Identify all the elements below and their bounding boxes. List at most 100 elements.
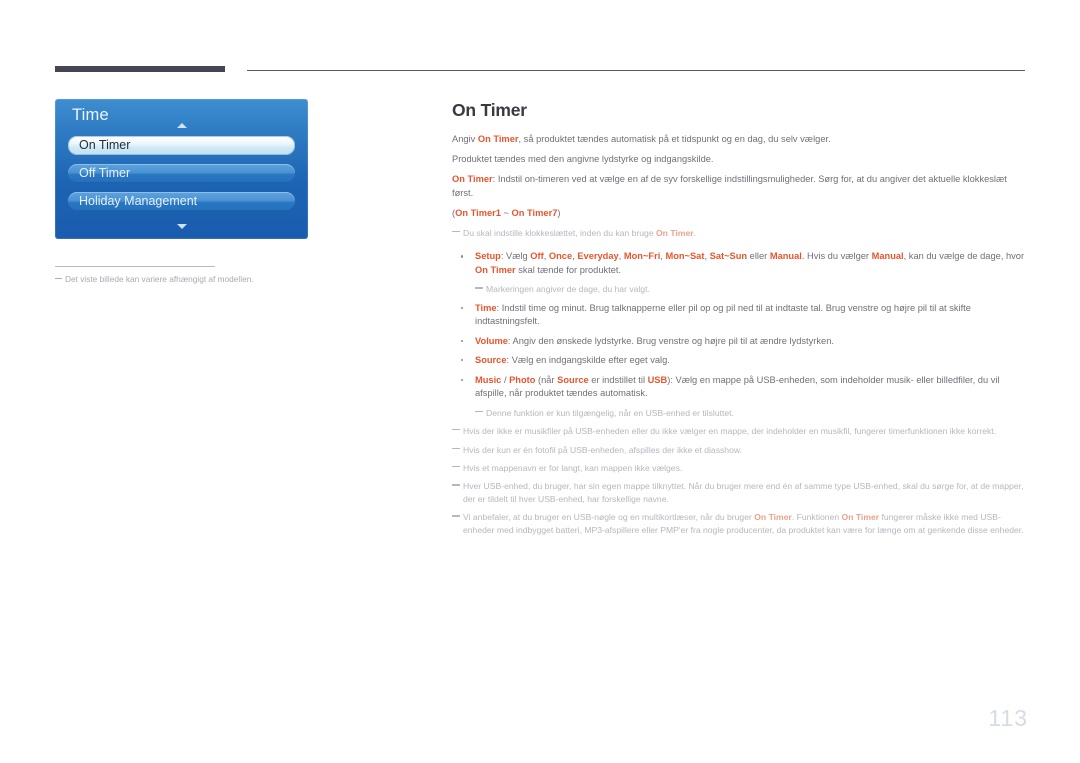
- paragraph-on-timer-def: On Timer: Indstil on-timeren ved at vælg…: [452, 173, 1030, 199]
- bullet-music-photo: Music / Photo (når Source er indstillet …: [452, 374, 1030, 401]
- text-fragment: (når: [535, 374, 558, 385]
- text-fragment: ~: [500, 207, 512, 218]
- text-fragment: : Vælg: [500, 251, 531, 262]
- term-photo: Photo: [509, 374, 536, 385]
- bullet-setup: Setup: Vælg Off, Once, Everyday, Mon~Fri…: [452, 250, 1030, 277]
- figure-caption-text: Det viste billede kan variere afhængigt …: [65, 274, 254, 284]
- header-rule-thin: [247, 70, 1025, 71]
- figure-caption: Det viste billede kan variere afhængigt …: [55, 274, 355, 284]
- figure-caption-rule: [55, 266, 215, 267]
- note-dash-icon: [475, 287, 483, 289]
- note-dash-icon: [452, 465, 460, 468]
- osd-item-on-timer[interactable]: On Timer: [68, 136, 295, 155]
- text-fragment: Du skal indstille klokkeslættet, inden d…: [463, 227, 656, 238]
- page-title: On Timer: [452, 100, 527, 120]
- text-fragment: .: [693, 227, 696, 238]
- text-fragment: eller: [747, 251, 770, 262]
- bullet-dot-icon: [461, 378, 464, 381]
- text-fragment: : Indstil time og minut. Brug talknapper…: [475, 302, 971, 327]
- osd-item-label: Off Timer: [79, 166, 131, 180]
- text-fragment: Angiv: [452, 134, 478, 144]
- osd-item-label: On Timer: [79, 138, 131, 152]
- note-dash-icon: [452, 429, 460, 431]
- term-on-timer: On Timer: [475, 264, 516, 275]
- manual-page: Time On Timer Off Timer Holiday Manageme…: [0, 0, 1080, 763]
- term-on-timer7: On Timer7: [511, 207, 558, 218]
- note-per-device-folder: Hver USB-enhed, du bruger, har sin egen …: [452, 480, 1030, 505]
- term-everyday: Everyday: [577, 251, 619, 262]
- page-number: 113: [988, 705, 1028, 731]
- term-volume: Volume: [475, 335, 508, 346]
- term-off: Off: [530, 251, 544, 262]
- note-usb-required: Denne funktion er kun tilgængelig, når e…: [475, 407, 1030, 419]
- bullet-time: Time: Indstil time og minut. Brug talkna…: [452, 302, 1030, 329]
- text-fragment: /: [501, 374, 510, 385]
- note-dash-icon: [452, 484, 460, 486]
- note-dash-icon: [475, 410, 483, 412]
- term-on-timer: On Timer: [841, 512, 880, 523]
- text-fragment: skal tænde for produktet.: [515, 264, 622, 275]
- bullet-source: Source: Vælg en indgangskilde efter eget…: [452, 354, 1030, 367]
- bullet-volume: Volume: Angiv den ønskede lydstyrke. Bru…: [452, 335, 1030, 348]
- text-fragment: : Vælg en indgangskilde efter eget valg.: [506, 355, 670, 366]
- text-fragment: Hver USB-enhed, du bruger, har sin egen …: [463, 481, 1024, 504]
- term-on-timer: On Timer: [754, 512, 792, 523]
- term-sat-sun: Sat~Sun: [709, 251, 748, 262]
- term-source: Source: [475, 355, 507, 366]
- term-setup: Setup: [475, 251, 501, 262]
- text-fragment: . Funktionen: [791, 512, 842, 523]
- note-dash-icon: [452, 447, 460, 449]
- term-on-timer: On Timer: [452, 174, 493, 185]
- text-fragment: Vi anbefaler, at du bruger en USB-nøgle …: [463, 512, 755, 523]
- term-on-timer1: On Timer1: [455, 207, 501, 218]
- text-fragment: Hvis der ikke er musikfiler på USB-enhed…: [463, 426, 997, 437]
- text-fragment: er indstillet til: [588, 374, 648, 385]
- note-long-folder-name: Hvis et mappenavn er for langt, kan mapp…: [452, 462, 1030, 474]
- note-set-clock-first: Du skal indstille klokkeslættet, inden d…: [452, 227, 1030, 239]
- term-on-timer: On Timer: [656, 227, 694, 238]
- text-fragment: Markeringen angiver de dage, du har valg…: [486, 284, 650, 295]
- bullet-dot-icon: [461, 255, 464, 258]
- osd-menu-panel: Time On Timer Off Timer Holiday Manageme…: [55, 99, 308, 239]
- osd-menu-title: Time: [72, 106, 109, 124]
- term-source: Source: [557, 374, 589, 385]
- text-fragment: : Indstil on-timeren ved at vælge en af …: [452, 174, 1007, 198]
- osd-item-holiday-management[interactable]: Holiday Management: [68, 192, 295, 211]
- text-fragment: ): [557, 207, 561, 218]
- note-marking-days: Markeringen angiver de dage, du har valg…: [475, 283, 1030, 295]
- term-manual: Manual: [871, 251, 904, 262]
- note-no-music-files: Hvis der ikke er musikfiler på USB-enhed…: [452, 425, 1030, 437]
- note-dash-icon: [452, 230, 460, 233]
- note-usb-recommendation: Vi anbefaler, at du bruger en USB-nøgle …: [452, 511, 1030, 536]
- text-fragment: , så produktet tændes automatisk på et t…: [518, 134, 831, 144]
- osd-menu-list: On Timer Off Timer Holiday Management: [68, 136, 295, 220]
- term-music: Music: [475, 374, 502, 385]
- note-dash-icon: [452, 515, 460, 517]
- text-fragment: Hvis et mappenavn er for langt, kan mapp…: [463, 462, 683, 473]
- term-time: Time: [475, 302, 497, 313]
- header-rule-thick: [55, 66, 225, 72]
- paragraph-volume-source: Produktet tændes med den angivne lydstyr…: [452, 154, 714, 165]
- term-usb: USB: [647, 374, 668, 385]
- osd-item-label: Holiday Management: [79, 194, 198, 208]
- content-column: On Timer Angiv On Timer, så produktet tæ…: [452, 100, 1030, 542]
- text-fragment: : Angiv den ønskede lydstyrke. Brug vens…: [507, 335, 834, 346]
- text-fragment: , kan du vælge de dage, hvor: [903, 251, 1025, 262]
- caret-down-icon[interactable]: [176, 224, 187, 229]
- bullet-dot-icon: [461, 306, 464, 309]
- note-dash-icon: [55, 278, 62, 279]
- text-fragment: . Hvis du vælger: [801, 251, 872, 262]
- term-mon-sat: Mon~Sat: [665, 251, 705, 262]
- term-manual: Manual: [769, 251, 802, 262]
- bullet-dot-icon: [461, 339, 464, 342]
- text-fragment: Hvis der kun er én fotofil på USB-enhede…: [463, 444, 742, 455]
- paragraph-range: (On Timer1 ~ On Timer7): [452, 207, 1030, 220]
- paragraph-intro: Angiv On Timer, så produktet tændes auto…: [452, 133, 1030, 146]
- osd-item-off-timer[interactable]: Off Timer: [68, 164, 295, 183]
- note-single-photo: Hvis der kun er én fotofil på USB-enhede…: [452, 444, 1030, 456]
- term-mon-fri: Mon~Fri: [623, 251, 661, 262]
- caret-up-icon[interactable]: [176, 123, 187, 128]
- term-on-timer: On Timer: [477, 134, 519, 144]
- bullet-dot-icon: [461, 359, 464, 362]
- term-once: Once: [548, 251, 573, 262]
